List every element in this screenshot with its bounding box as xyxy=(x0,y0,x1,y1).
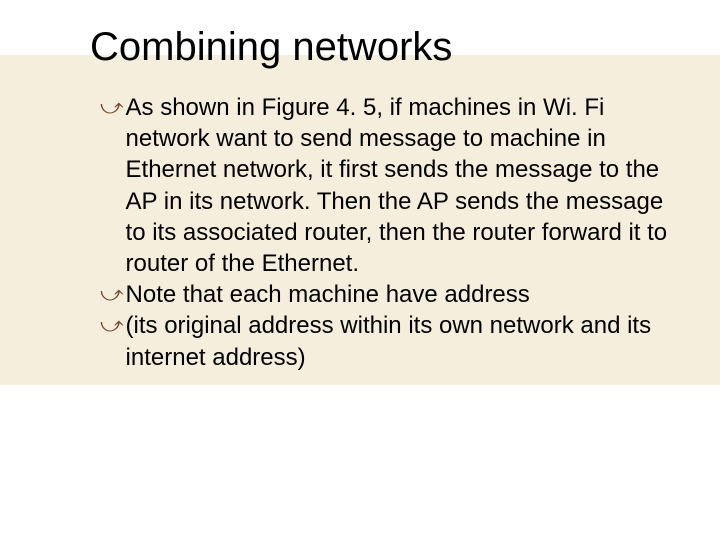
bullet-text: As shown in Figure 4. 5, if machines in … xyxy=(126,92,670,279)
slide: Combining networks ⤻ As shown in Figure … xyxy=(0,0,720,540)
list-item: ⤻ Note that each machine have address xyxy=(100,279,670,310)
bullet-text: (its original address within its own net… xyxy=(126,310,670,372)
bullet-icon: ⤻ xyxy=(100,310,124,340)
bullet-icon: ⤻ xyxy=(100,279,124,309)
slide-title: Combining networks xyxy=(90,25,670,70)
list-item: ⤻ As shown in Figure 4. 5, if machines i… xyxy=(100,92,670,279)
bullet-icon: ⤻ xyxy=(100,92,124,122)
slide-content: Combining networks ⤻ As shown in Figure … xyxy=(0,0,720,373)
list-item: ⤻ (its original address within its own n… xyxy=(100,310,670,372)
bullet-text: Note that each machine have address xyxy=(126,279,670,310)
